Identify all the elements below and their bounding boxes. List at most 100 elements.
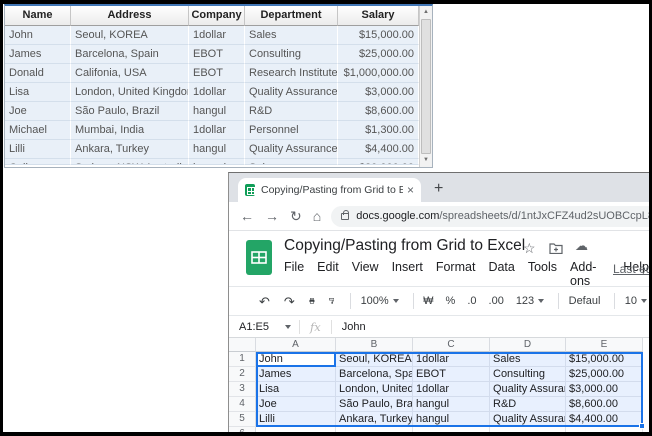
table-row[interactable]: Michael Mumbai, India 1dollar Personnel … (5, 121, 419, 140)
row-header[interactable]: 4 (229, 397, 256, 412)
cell[interactable]: 1dollar (189, 83, 245, 102)
cell[interactable]: Sales (490, 352, 566, 367)
forward-icon[interactable]: → (265, 209, 279, 223)
cell[interactable]: Sydney, NSW Australia (71, 159, 189, 165)
font-select[interactable]: Default (Ari... (569, 295, 601, 307)
cell[interactable] (256, 427, 336, 432)
reload-icon[interactable]: ↻ (290, 209, 302, 223)
cell[interactable]: EBOT (189, 45, 245, 64)
font-size-select[interactable]: 10 (625, 295, 637, 307)
menu-file[interactable]: File (284, 260, 304, 288)
cell[interactable]: Califonia, USA (71, 64, 189, 83)
scrollbar-thumb[interactable] (421, 19, 431, 154)
cell[interactable]: Mumbai, India (71, 121, 189, 140)
cell[interactable] (336, 427, 413, 432)
name-box[interactable]: A1:E5 (229, 321, 285, 333)
home-icon[interactable]: ⌂ (313, 209, 321, 223)
cell[interactable]: Michael (5, 121, 71, 140)
cell[interactable]: Sales (245, 26, 338, 45)
header-cell[interactable]: Name (5, 6, 71, 26)
cell[interactable]: hangul (189, 159, 245, 165)
menu-data[interactable]: Data (488, 260, 514, 288)
cell[interactable]: $1,000,000.00 (338, 64, 419, 83)
row-header[interactable]: 5 (229, 412, 256, 427)
row-header[interactable]: 2 (229, 367, 256, 382)
move-folder-icon[interactable] (549, 243, 563, 254)
cell[interactable]: Personnel (245, 121, 338, 140)
cell[interactable]: Ankara, Turkey (336, 412, 413, 427)
percent-format-button[interactable]: % (446, 295, 456, 307)
row-header[interactable]: 3 (229, 382, 256, 397)
cell[interactable]: R&D (490, 397, 566, 412)
cell[interactable]: John (5, 26, 71, 45)
cell[interactable]: 1dollar (413, 382, 490, 397)
column-header[interactable]: E (566, 338, 643, 352)
decrease-decimal-button[interactable]: .0 (467, 295, 476, 307)
cell[interactable]: Seoul, KOREA (71, 26, 189, 45)
row-header[interactable]: 1 (229, 352, 256, 367)
cell[interactable]: Lilli (256, 412, 336, 427)
cell[interactable]: Barcelona, Spain (336, 367, 413, 382)
undo-icon[interactable]: ↶ (259, 295, 270, 308)
cell-a1[interactable]: John (256, 352, 336, 367)
table-row-partial[interactable]: Celine Sydney, NSW Australia hangul Sale… (5, 159, 419, 165)
menu-tools[interactable]: Tools (528, 260, 557, 288)
table-row[interactable]: Donald Califonia, USA EBOT Research Inst… (5, 64, 419, 83)
address-bar[interactable]: docs.google.com/spreadsheets/d/1ntJxCFZ4… (331, 206, 649, 227)
table-row[interactable]: John Seoul, KOREA 1dollar Sales $15,000.… (5, 26, 419, 45)
cell[interactable]: Consulting (245, 45, 338, 64)
browser-tab[interactable]: Copying/Pasting from Grid to E × (238, 178, 421, 202)
table-row[interactable]: James Barcelona, Spain EBOT Consulting $… (5, 45, 419, 64)
cell[interactable]: hangul (189, 140, 245, 159)
scroll-up-icon[interactable]: ▲ (420, 6, 432, 19)
cell[interactable]: $3,000.00 (566, 382, 643, 397)
header-cell[interactable]: Address (71, 6, 189, 26)
cell[interactable]: 1dollar (413, 352, 490, 367)
cell[interactable]: Lisa (256, 382, 336, 397)
cell[interactable]: Seoul, KOREA (336, 352, 413, 367)
cloud-status-icon[interactable]: ☁ (575, 238, 588, 254)
table-row[interactable]: Joe São Paulo, Brazil hangul R&D $8,600.… (5, 102, 419, 121)
menu-view[interactable]: View (352, 260, 379, 288)
new-tab-button[interactable]: + (434, 178, 443, 200)
print-icon[interactable] (309, 295, 315, 307)
cell[interactable]: Lilli (5, 140, 71, 159)
cell[interactable]: Lisa (5, 83, 71, 102)
cell[interactable]: Donald (5, 64, 71, 83)
cell[interactable]: Joe (256, 397, 336, 412)
more-formats-button[interactable]: 123 (516, 295, 544, 307)
page-title[interactable]: Copying/Pasting from Grid to Excel (284, 237, 525, 255)
cell[interactable]: Barcelona, Spain (71, 45, 189, 64)
cell[interactable]: $20,000.00 (338, 159, 419, 165)
column-header[interactable]: B (336, 338, 413, 352)
cell[interactable]: 1dollar (189, 26, 245, 45)
cell[interactable] (566, 427, 643, 432)
column-header[interactable]: C (413, 338, 490, 352)
last-edit-link[interactable]: Last ed (613, 262, 649, 276)
cell[interactable]: $4,400.00 (338, 140, 419, 159)
star-icon[interactable]: ☆ (523, 240, 536, 257)
cell[interactable]: hangul (413, 397, 490, 412)
header-cell[interactable]: Department (245, 6, 338, 26)
cell[interactable]: $4,400.00 (566, 412, 643, 427)
cell[interactable]: $25,000.00 (566, 367, 643, 382)
cell[interactable] (490, 427, 566, 432)
cell[interactable]: Joe (5, 102, 71, 121)
cell[interactable]: São Paulo, Brazil (336, 397, 413, 412)
scroll-down-icon[interactable]: ▼ (420, 154, 432, 167)
cell[interactable]: R&D (245, 102, 338, 121)
cell[interactable]: Quality Assurance (490, 412, 566, 427)
cell[interactable]: EBOT (189, 64, 245, 83)
cell[interactable]: Consulting (490, 367, 566, 382)
row-header[interactable]: 6 (229, 427, 256, 432)
cell[interactable]: $3,000.00 (338, 83, 419, 102)
vertical-scrollbar[interactable]: ▲ ▼ (419, 6, 432, 167)
menu-edit[interactable]: Edit (317, 260, 339, 288)
cell[interactable]: $8,600.00 (338, 102, 419, 121)
table-row[interactable]: Lilli Ankara, Turkey hangul Quality Assu… (5, 140, 419, 159)
chevron-down-icon[interactable] (641, 299, 647, 303)
cell[interactable]: James (256, 367, 336, 382)
menu-add-ons[interactable]: Add-ons (570, 260, 610, 288)
cell[interactable]: Ankara, Turkey (71, 140, 189, 159)
paint-format-icon[interactable] (329, 295, 334, 307)
